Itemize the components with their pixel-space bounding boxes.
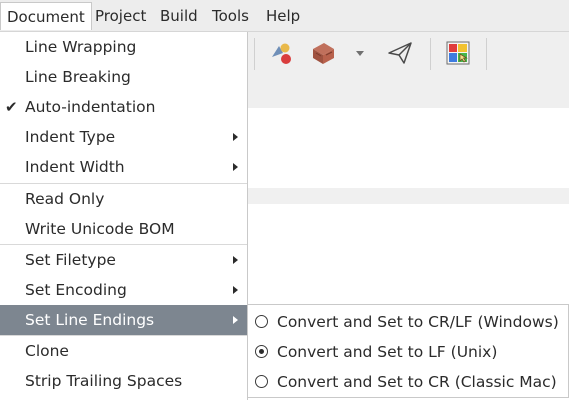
menu-item-label: Set Line Endings xyxy=(25,311,155,329)
submenu-item-cr-classic-mac[interactable]: Convert and Set to CR (Classic Mac) xyxy=(248,367,568,397)
menu-item-indent-type[interactable]: Indent Type xyxy=(0,122,247,152)
menu-item-label: Write Unicode BOM xyxy=(25,220,175,238)
menu-item-label: Line Wrapping xyxy=(25,38,137,56)
menu-build[interactable]: Build xyxy=(154,2,204,30)
menu-item-set-encoding[interactable]: Set Encoding xyxy=(0,275,247,305)
build-brick-icon[interactable] xyxy=(310,40,336,66)
menu-item-label: Set Filetype xyxy=(25,251,116,269)
submenu-item-lf-unix[interactable]: Convert and Set to LF (Unix) xyxy=(248,337,568,367)
menu-item-label: Indent Type xyxy=(25,128,116,146)
submenu-item-crlf-windows[interactable]: Convert and Set to CR/LF (Windows) xyxy=(248,307,568,337)
menu-item-auto-indentation[interactable]: ✔ Auto-indentation xyxy=(0,92,247,122)
submenu-item-label: Convert and Set to LF (Unix) xyxy=(277,343,498,361)
submenu-arrow-icon xyxy=(233,286,238,294)
radio-unselected-icon xyxy=(255,375,268,388)
menu-item-line-breaking[interactable]: Line Breaking xyxy=(0,62,247,92)
menu-item-label: Clone xyxy=(25,342,69,360)
submenu-arrow-icon xyxy=(233,316,238,324)
menu-item-line-wrapping[interactable]: Line Wrapping xyxy=(0,32,247,62)
menu-item-indent-width[interactable]: Indent Width xyxy=(0,152,247,182)
menu-item-set-line-endings[interactable]: Set Line Endings xyxy=(0,305,247,335)
toolbar-separator xyxy=(254,38,255,70)
line-endings-submenu: Convert and Set to CR/LF (Windows) Conve… xyxy=(247,304,569,398)
submenu-arrow-icon xyxy=(233,133,238,141)
submenu-item-label: Convert and Set to CR (Classic Mac) xyxy=(277,373,557,391)
menu-item-label: Strip Trailing Spaces xyxy=(25,372,183,390)
menu-help[interactable]: Help xyxy=(260,2,306,30)
menu-item-set-filetype[interactable]: Set Filetype xyxy=(0,245,247,275)
menu-item-label: Indent Width xyxy=(25,158,125,176)
checkmark-icon: ✔ xyxy=(5,98,18,116)
menu-item-clone[interactable]: Clone xyxy=(0,336,247,366)
menubar: Document Project Build Tools Help xyxy=(0,0,569,32)
menu-item-label: Set Encoding xyxy=(25,281,127,299)
menu-item-label: Auto-indentation xyxy=(25,98,156,116)
send-paper-plane-icon[interactable] xyxy=(387,40,413,66)
menu-tools[interactable]: Tools xyxy=(206,2,255,30)
menu-item-write-unicode-bom[interactable]: Write Unicode BOM xyxy=(0,214,247,244)
document-menu: Line Wrapping Line Breaking ✔ Auto-inden… xyxy=(0,32,248,400)
submenu-arrow-icon xyxy=(233,163,238,171)
menu-document[interactable]: Document xyxy=(0,2,92,30)
menu-item-label: Line Breaking xyxy=(25,68,131,86)
menu-project[interactable]: Project xyxy=(89,2,152,30)
menu-item-label: Read Only xyxy=(25,190,105,208)
menu-item-read-only[interactable]: Read Only xyxy=(0,184,247,214)
menu-item-strip-trailing-spaces[interactable]: Strip Trailing Spaces xyxy=(0,366,247,396)
submenu-arrow-icon xyxy=(233,256,238,264)
radio-unselected-icon xyxy=(255,315,268,328)
toolbar-separator xyxy=(430,38,431,70)
radio-selected-icon xyxy=(255,345,268,358)
submenu-item-label: Convert and Set to CR/LF (Windows) xyxy=(277,313,559,331)
compile-shapes-icon[interactable] xyxy=(268,40,294,66)
toolbar-separator xyxy=(486,38,487,70)
color-chooser-icon[interactable] xyxy=(445,40,471,66)
dropdown-arrow-icon[interactable] xyxy=(350,40,370,66)
